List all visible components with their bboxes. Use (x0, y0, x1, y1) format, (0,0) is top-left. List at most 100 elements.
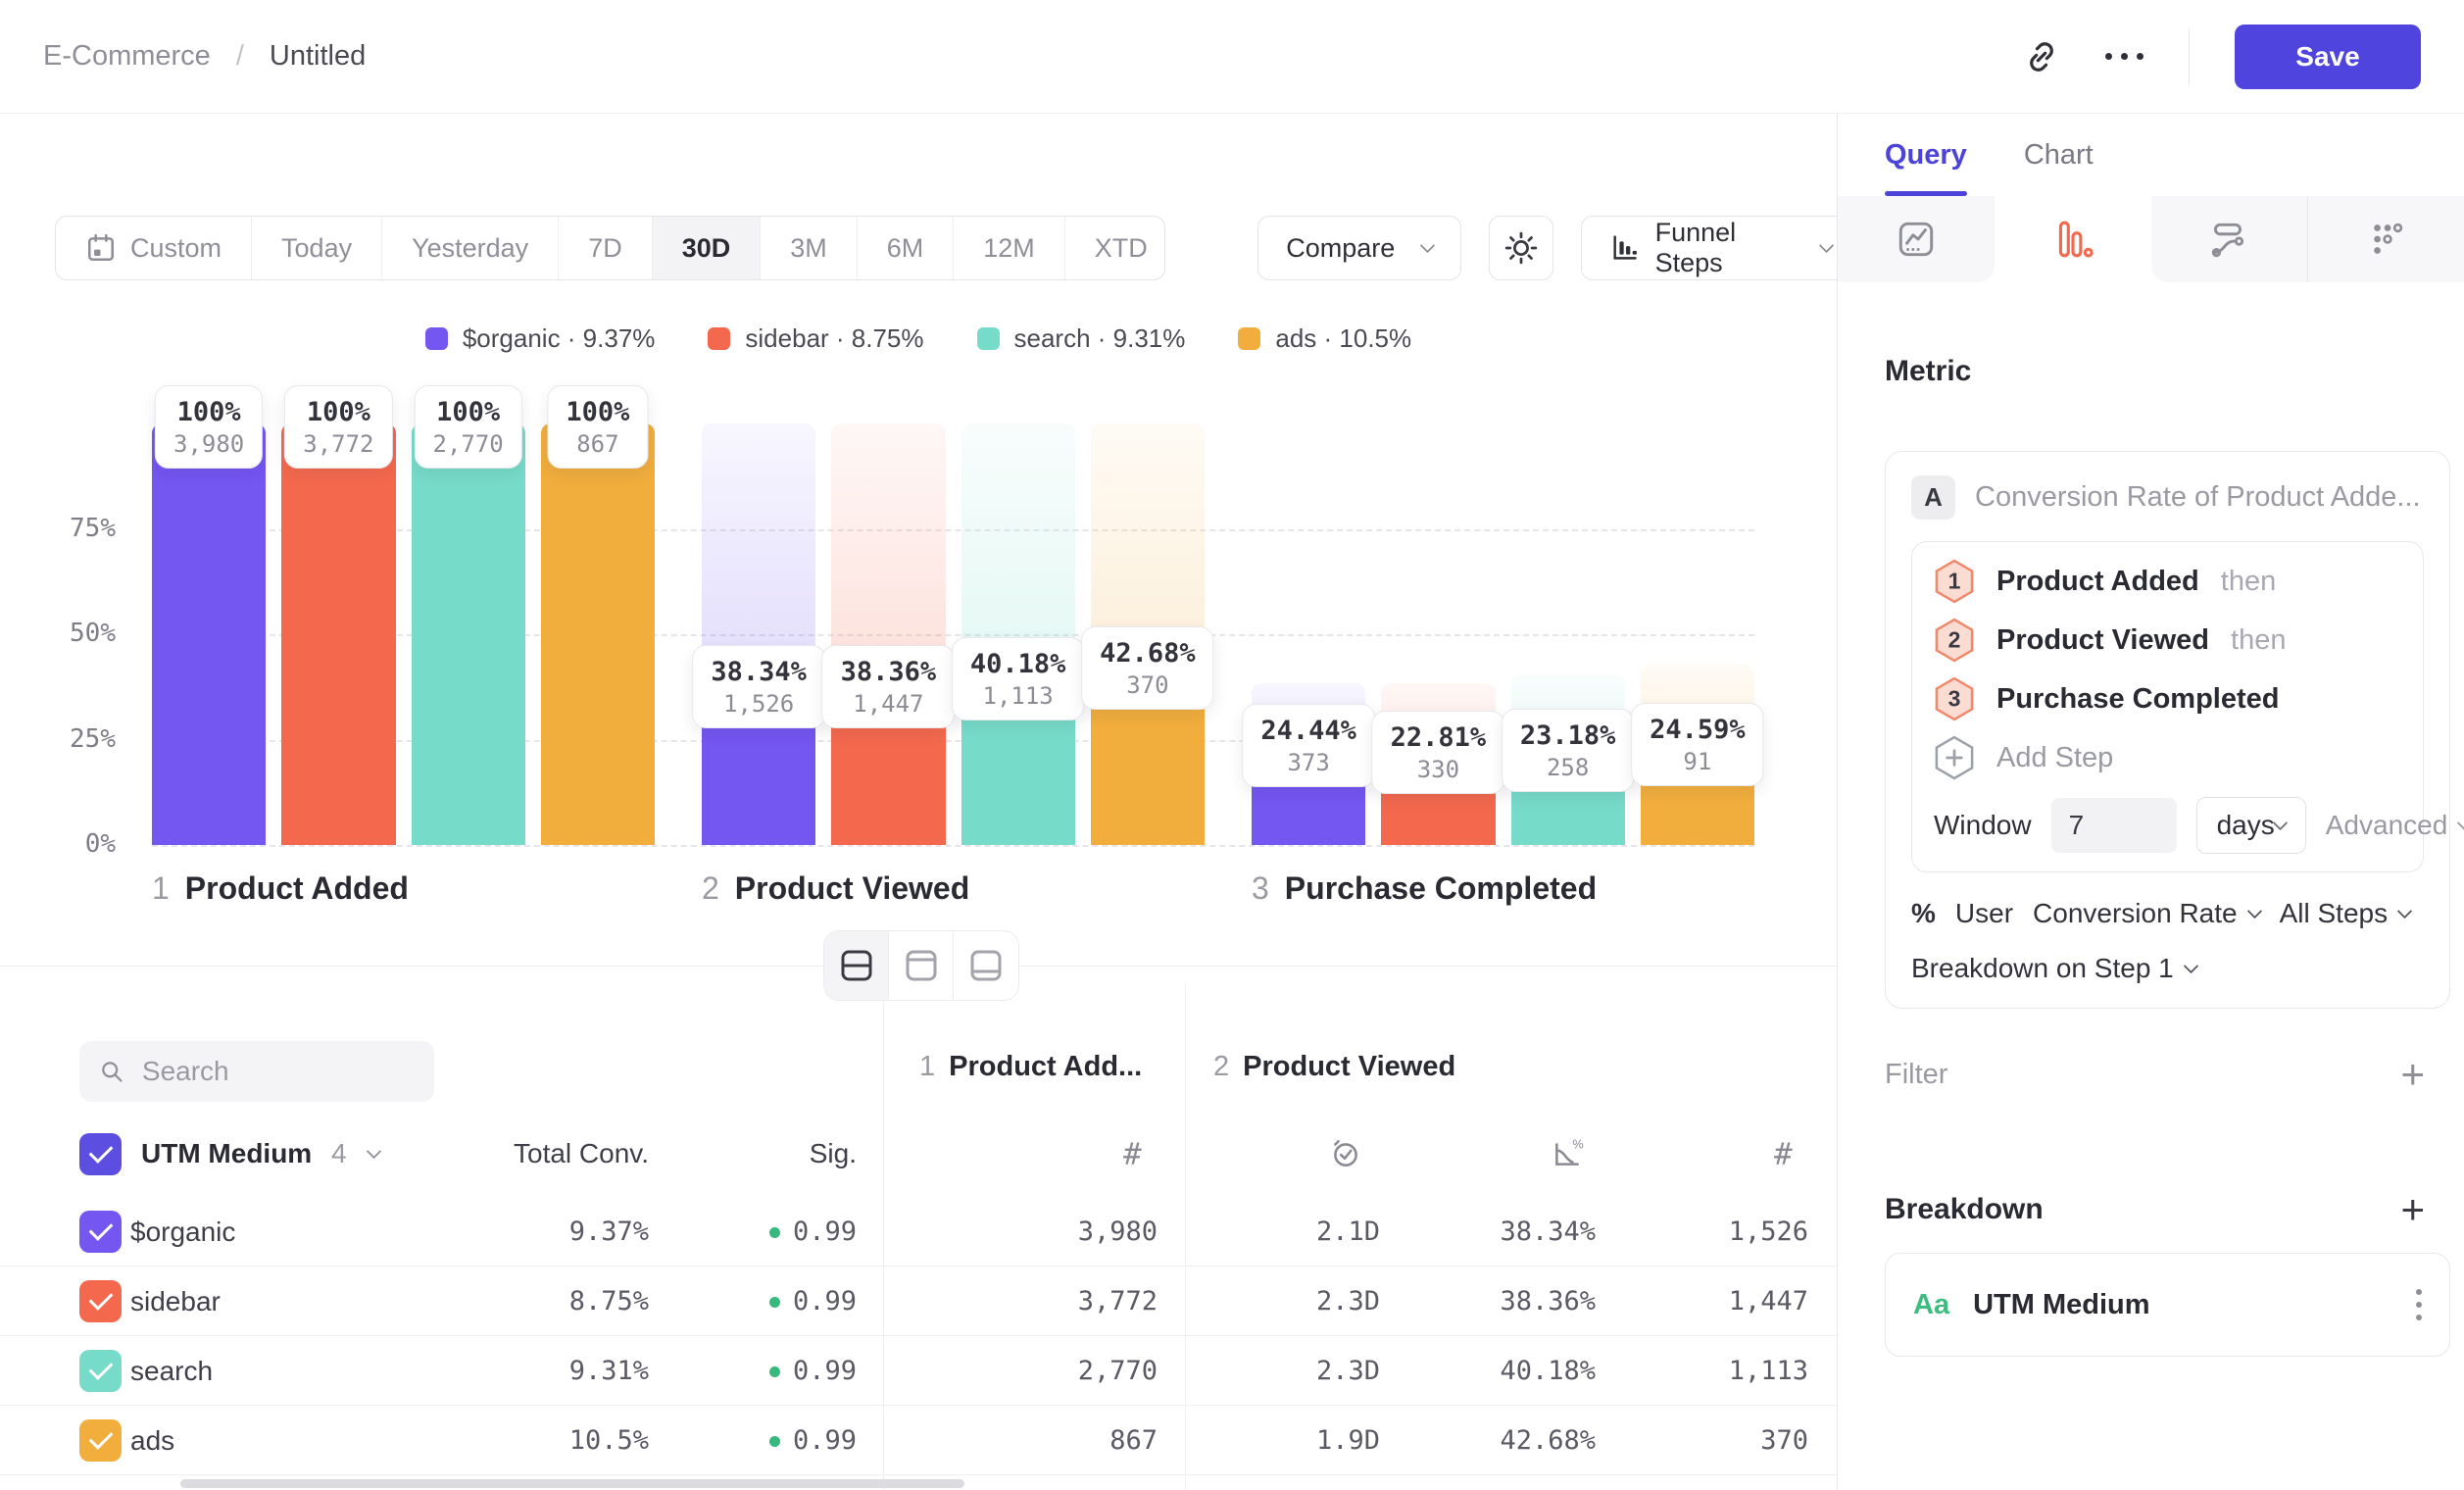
breadcrumb-project[interactable]: E-Commerce (43, 40, 211, 73)
metric-summary[interactable]: A Conversion Rate of Product Adde... (1911, 475, 2424, 520)
funnel-bar-ads-step2[interactable]: 42.68%370 (1091, 423, 1205, 845)
funnel-bar-organic-step2[interactable]: 38.34%1,526 (702, 423, 815, 845)
cell-step1-count: 867 (912, 1406, 1158, 1475)
retention-tab[interactable] (2307, 196, 2464, 282)
conv-rate-column-icon[interactable]: % (1551, 1137, 1584, 1170)
advanced-toggle[interactable]: Advanced (2326, 810, 2464, 841)
funnel-bar-organic-step1[interactable]: 100%3,980 (152, 423, 266, 845)
funnels-tab[interactable] (1995, 196, 2151, 282)
date-range-12m[interactable]: 12M (954, 217, 1065, 279)
flows-icon (2207, 218, 2250, 261)
chart-settings-button[interactable] (1489, 216, 1553, 280)
funnel-bar-sidebar-step3[interactable]: 22.81%330 (1381, 423, 1495, 845)
breakdown-column-header[interactable]: UTM Medium 4 (141, 1123, 347, 1184)
window-value-input[interactable] (2051, 798, 2177, 853)
legend-swatch (425, 327, 448, 350)
date-range-6m[interactable]: 6M (858, 217, 955, 279)
query-step-3[interactable]: 3Purchase Completed (1934, 670, 2401, 728)
more-menu-icon[interactable] (2105, 53, 2144, 60)
total-conv-header[interactable]: Total Conv. (421, 1123, 649, 1184)
conversion-rate-dropdown[interactable]: Conversion Rate (2033, 898, 2260, 929)
funnel-bar-search-step2[interactable]: 40.18%1,113 (961, 423, 1075, 845)
filter-heading: Filter (1885, 1059, 1947, 1091)
table-row-search[interactable]: search9.31%0.992,7702.3D40.18%1,113 (0, 1336, 1837, 1406)
flows-tab[interactable] (2151, 196, 2308, 282)
search-input[interactable] (142, 1056, 415, 1087)
bar-value-label: 100%2,770 (415, 385, 522, 469)
funnel-bar-organic-step3[interactable]: 24.44%373 (1252, 423, 1365, 845)
horizontal-scrollbar[interactable] (180, 1479, 964, 1488)
date-range-label: 12M (983, 233, 1035, 264)
date-range-custom[interactable]: Custom (56, 217, 252, 279)
window-unit-select[interactable]: days (2196, 797, 2306, 854)
count-column-icon[interactable]: # (1774, 1137, 1793, 1172)
save-button[interactable]: Save (2235, 25, 2421, 89)
chevron-down-icon (1420, 237, 1436, 253)
sig-header[interactable]: Sig. (647, 1123, 857, 1184)
row-checkbox[interactable] (79, 1211, 122, 1253)
share-link-icon[interactable] (2023, 38, 2060, 75)
breadcrumb-title[interactable]: Untitled (270, 40, 366, 73)
funnel-bar-search-step3[interactable]: 23.18%258 (1511, 423, 1625, 845)
date-range-xtd[interactable]: XTD (1065, 217, 1165, 279)
funnel-bar-search-step1[interactable]: 100%2,770 (412, 423, 525, 845)
query-step-1[interactable]: 1Product Addedthen (1934, 552, 2401, 611)
table-row-ads[interactable]: ads10.5%0.998671.9D42.68%370 (0, 1406, 1837, 1475)
funnel-step-label-3[interactable]: 3Purchase Completed (1252, 870, 1754, 907)
legend-item-sidebar[interactable]: sidebar · 8.75% (708, 323, 923, 354)
add-filter-button[interactable]: + (2400, 1054, 2425, 1095)
date-range-30d[interactable]: 30D (653, 217, 762, 279)
step-number: 1 (919, 1051, 935, 1082)
add-step-button[interactable]: Add Step (1934, 728, 2401, 787)
breadcrumb: E-Commerce / Untitled (43, 40, 366, 73)
row-checkbox[interactable] (79, 1280, 122, 1322)
funnel-bar-sidebar-step2[interactable]: 38.36%1,447 (831, 423, 945, 845)
all-steps-dropdown[interactable]: All Steps (2280, 898, 2411, 929)
legend-item-search[interactable]: search · 9.31% (977, 323, 1186, 354)
step-name: Product Viewed (1243, 1051, 1455, 1082)
compare-button[interactable]: Compare (1257, 216, 1461, 280)
count-column-icon[interactable]: # (1123, 1137, 1142, 1172)
cell-sig: 0.99 (647, 1336, 857, 1406)
legend-item-ads[interactable]: ads · 10.5% (1238, 323, 1411, 354)
breakdown-item-menu-icon[interactable] (2416, 1289, 2422, 1320)
bar-count: 3,980 (173, 429, 244, 459)
funnel-bar-ads-step1[interactable]: 100%867 (541, 423, 655, 845)
metric-letter-badge: A (1911, 475, 1955, 520)
table-row-organic[interactable]: $organic9.37%0.993,9802.1D38.34%1,526 (0, 1197, 1837, 1266)
row-checkbox[interactable] (79, 1350, 122, 1392)
legend-item-organic[interactable]: $organic · 9.37% (425, 323, 656, 354)
query-step-2[interactable]: 2Product Viewedthen (1934, 611, 2401, 670)
chevron-down-icon[interactable] (366, 1143, 381, 1159)
bar-percent: 40.18% (970, 647, 1066, 681)
cell-total-conv: 8.75% (421, 1266, 649, 1336)
layout-chart-button[interactable] (889, 931, 954, 1000)
tab-query[interactable]: Query (1885, 114, 1967, 196)
date-range-3m[interactable]: 3M (761, 217, 858, 279)
funnel-groups: 100%3,980100%3,772100%2,770100%867 38.34%… (152, 423, 1754, 845)
date-range-today[interactable]: Today (252, 217, 382, 279)
layout-split-button[interactable] (824, 931, 889, 1000)
chart-type-button[interactable]: Funnel Steps (1581, 216, 1860, 280)
bar-count: 1,447 (841, 689, 937, 719)
row-checkbox[interactable] (79, 1419, 122, 1462)
legend-label: sidebar · 8.75% (745, 323, 923, 354)
breakdown-on-dropdown[interactable]: Breakdown on Step 1 (1911, 953, 2424, 984)
layout-table-button[interactable] (954, 931, 1018, 1000)
breakdown-item-utm-medium[interactable]: Aa UTM Medium (1885, 1253, 2450, 1357)
tab-chart[interactable]: Chart (2024, 114, 2094, 196)
add-breakdown-button[interactable]: + (2400, 1189, 2425, 1230)
avg-time-column-icon[interactable] (1329, 1137, 1362, 1170)
funnel-step-label-2[interactable]: 2Product Viewed (702, 870, 1205, 907)
date-range-7d[interactable]: 7D (559, 217, 653, 279)
funnel-step-label-1[interactable]: 1Product Added (152, 870, 655, 907)
date-range-yesterday[interactable]: Yesterday (382, 217, 559, 279)
cell-sig: 0.99 (647, 1406, 857, 1475)
svg-text:2: 2 (1948, 626, 1961, 652)
insights-tab[interactable] (1838, 196, 1995, 282)
select-all-checkbox[interactable] (79, 1133, 122, 1175)
user-label[interactable]: User (1955, 898, 2013, 929)
table-row-sidebar[interactable]: sidebar8.75%0.993,7722.3D38.36%1,447 (0, 1266, 1837, 1336)
funnel-bar-ads-step3[interactable]: 24.59%91 (1641, 423, 1754, 845)
funnel-bar-sidebar-step1[interactable]: 100%3,772 (281, 423, 395, 845)
